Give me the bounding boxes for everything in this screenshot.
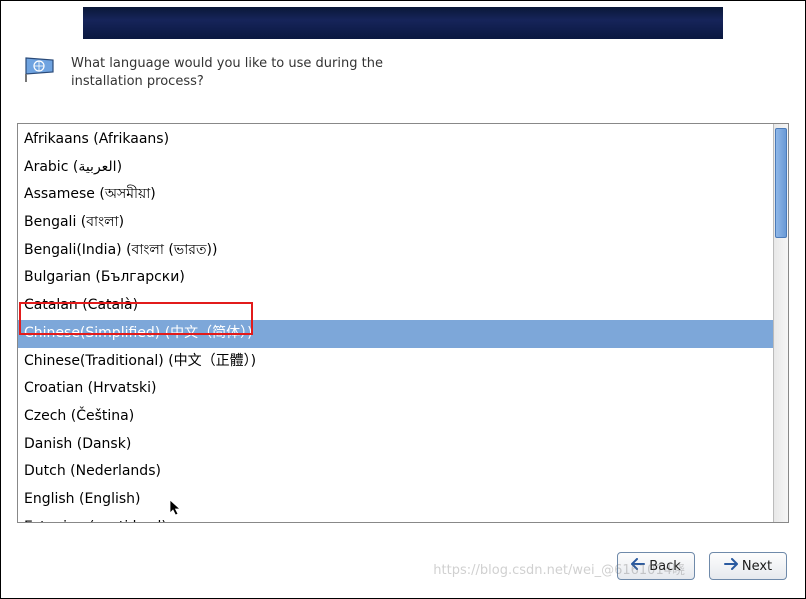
language-option[interactable]: Chinese(Simplified) (中文（简体）) bbox=[18, 320, 773, 348]
header-banner bbox=[83, 7, 723, 39]
language-option[interactable]: Afrikaans (Afrikaans) bbox=[18, 126, 773, 154]
flag-icon bbox=[23, 55, 59, 87]
arrow-right-icon bbox=[724, 558, 738, 574]
language-option[interactable]: Bengali (বাংলা) bbox=[18, 209, 773, 237]
language-option[interactable]: Czech (Čeština) bbox=[18, 403, 773, 431]
back-button[interactable]: Back bbox=[617, 552, 695, 580]
language-option[interactable]: Danish (Dansk) bbox=[18, 431, 773, 459]
language-option[interactable]: Bengali(India) (বাংলা (ভারত)) bbox=[18, 237, 773, 265]
language-option[interactable]: English (English) bbox=[18, 486, 773, 514]
language-option[interactable]: Chinese(Traditional) (中文（正體）) bbox=[18, 348, 773, 376]
prompt-text: What language would you like to use duri… bbox=[71, 55, 411, 91]
scroll-thumb[interactable] bbox=[775, 128, 787, 238]
scrollbar[interactable] bbox=[773, 124, 788, 522]
language-option[interactable]: Dutch (Nederlands) bbox=[18, 458, 773, 486]
arrow-left-icon bbox=[631, 558, 645, 574]
next-button[interactable]: Next bbox=[709, 552, 787, 580]
language-list-container: Afrikaans (Afrikaans)Arabic (العربية)Ass… bbox=[17, 123, 789, 523]
next-label: Next bbox=[742, 559, 772, 574]
language-option[interactable]: Estonian (eesti keel) bbox=[18, 514, 773, 522]
cursor-icon bbox=[169, 499, 183, 517]
prompt-row: What language would you like to use duri… bbox=[23, 55, 411, 91]
language-option[interactable]: Assamese (অসমীয়া) bbox=[18, 181, 773, 209]
language-option[interactable]: Croatian (Hrvatski) bbox=[18, 375, 773, 403]
back-label: Back bbox=[649, 559, 681, 574]
button-row: Back Next bbox=[617, 552, 787, 580]
language-list[interactable]: Afrikaans (Afrikaans)Arabic (العربية)Ass… bbox=[18, 124, 773, 522]
language-option[interactable]: Catalan (Català) bbox=[18, 292, 773, 320]
language-option[interactable]: Bulgarian (Български) bbox=[18, 264, 773, 292]
language-option[interactable]: Arabic (العربية) bbox=[18, 154, 773, 182]
